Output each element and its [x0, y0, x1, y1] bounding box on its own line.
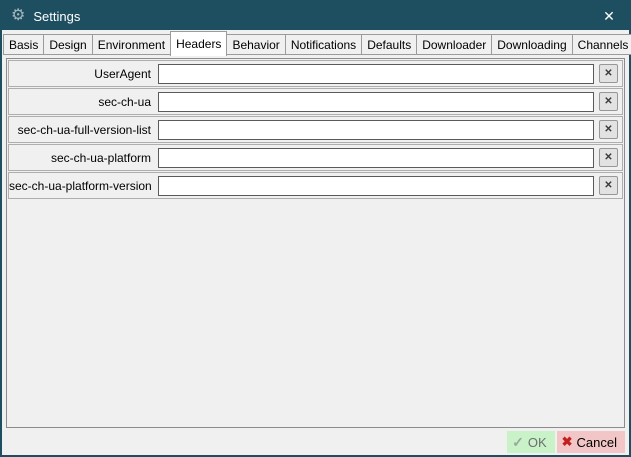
useragent-input[interactable] [158, 64, 594, 84]
sec-ch-ua-input[interactable] [158, 92, 594, 112]
clear-useragent-icon[interactable]: ✕ [599, 64, 618, 83]
tab-basis[interactable]: Basis [3, 34, 44, 55]
sec-ch-ua-full-version-list-label: sec-ch-ua-full-version-list [9, 123, 158, 137]
headers-panel: UserAgent ✕ sec-ch-ua ✕ sec-ch-ua-full-v… [6, 58, 625, 428]
check-icon: ✓ [512, 434, 524, 451]
field-row-sec-ch-ua: sec-ch-ua ✕ [8, 88, 623, 115]
red-x-icon: ✖ [562, 434, 573, 450]
ok-button[interactable]: ✓ OK [507, 431, 555, 453]
tab-behavior[interactable]: Behavior [226, 34, 285, 55]
field-row-useragent: UserAgent ✕ [8, 60, 623, 87]
tab-environment[interactable]: Environment [92, 34, 171, 55]
clear-sec-ch-ua-platform-version-icon[interactable]: ✕ [599, 176, 618, 195]
field-row-sec-ch-ua-platform-version: sec-ch-ua-platform-version ✕ [8, 172, 623, 199]
footer-button-bar: ✓ OK ✖ Cancel [2, 429, 629, 455]
tab-bar: Basis Design Environment Headers Behavio… [2, 30, 629, 55]
field-row-sec-ch-ua-full-version-list: sec-ch-ua-full-version-list ✕ [8, 116, 623, 143]
tab-headers[interactable]: Headers [170, 31, 227, 56]
tab-downloader[interactable]: Downloader [416, 34, 492, 55]
field-row-sec-ch-ua-platform: sec-ch-ua-platform ✕ [8, 144, 623, 171]
gear-icon: ⚙ [11, 8, 25, 24]
cancel-button[interactable]: ✖ Cancel [557, 431, 625, 453]
sec-ch-ua-platform-input[interactable] [158, 148, 594, 168]
title-bar: ⚙ Settings ✕ [2, 2, 629, 30]
ok-button-label: OK [528, 435, 547, 450]
tab-channels[interactable]: Channels [572, 34, 631, 55]
settings-window: ⚙ Settings ✕ Basis Design Environment He… [0, 0, 631, 457]
close-icon[interactable]: ✕ [589, 2, 629, 30]
sec-ch-ua-full-version-list-input[interactable] [158, 120, 594, 140]
clear-sec-ch-ua-platform-icon[interactable]: ✕ [599, 148, 618, 167]
clear-sec-ch-ua-icon[interactable]: ✕ [599, 92, 618, 111]
tab-design[interactable]: Design [43, 34, 92, 55]
tab-notifications[interactable]: Notifications [285, 34, 362, 55]
sec-ch-ua-platform-label: sec-ch-ua-platform [9, 151, 158, 165]
useragent-label: UserAgent [9, 67, 158, 81]
sec-ch-ua-label: sec-ch-ua [9, 95, 158, 109]
sec-ch-ua-platform-version-input[interactable] [158, 176, 594, 196]
cancel-button-label: Cancel [577, 435, 617, 450]
window-title: Settings [33, 9, 80, 24]
clear-sec-ch-ua-full-version-list-icon[interactable]: ✕ [599, 120, 618, 139]
tab-defaults[interactable]: Defaults [361, 34, 417, 55]
tab-downloading[interactable]: Downloading [491, 34, 572, 55]
sec-ch-ua-platform-version-label: sec-ch-ua-platform-version [9, 179, 158, 193]
headers-tab-content: UserAgent ✕ sec-ch-ua ✕ sec-ch-ua-full-v… [2, 55, 629, 429]
